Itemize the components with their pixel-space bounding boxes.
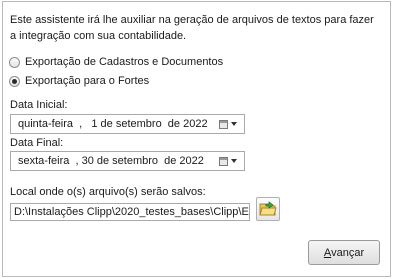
advance-mnemonic: A [323,246,332,259]
start-date-value: quinta-feira , 1 de setembro de 2022 [18,118,208,130]
advance-button[interactable]: Avançar [308,240,380,265]
intro-line-1: Este assistente irá lhe auxiliar na gera… [10,14,374,26]
save-path-input[interactable]: D:\Instalações Clipp\2020_testes_bases\C… [10,203,250,221]
start-date-label: Data Inicial: [10,99,68,111]
option-label: Exportação de Cadastros e Documentos [25,56,224,68]
option-export-registrations[interactable]: Exportação de Cadastros e Documentos [9,56,223,68]
browse-folder-button[interactable] [256,197,280,221]
calendar-dropdown-icon[interactable] [219,155,241,167]
advance-label: vançar [331,246,365,259]
radio-button-selected[interactable] [9,75,20,87]
intro-text: Este assistente irá lhe auxiliar na gera… [10,12,380,44]
save-location-label: Local onde o(s) arquivo(s) serão salvos: [10,186,206,198]
option-export-fortes[interactable]: Exportação para o Fortes [9,75,149,87]
folder-open-icon [259,201,277,216]
end-date-value: sexta-feira , 30 de setembro de 2022 [18,155,204,167]
end-date-label: Data Final: [10,137,64,149]
intro-line-2: a integração com sua contabilidade. [10,30,187,42]
radio-button[interactable] [9,56,20,68]
option-label: Exportação para o Fortes [25,75,150,87]
end-date-picker[interactable]: sexta-feira , 30 de setembro de 2022 [10,151,245,171]
start-date-picker[interactable]: quinta-feira , 1 de setembro de 2022 [10,114,245,134]
calendar-dropdown-icon[interactable] [219,118,241,130]
